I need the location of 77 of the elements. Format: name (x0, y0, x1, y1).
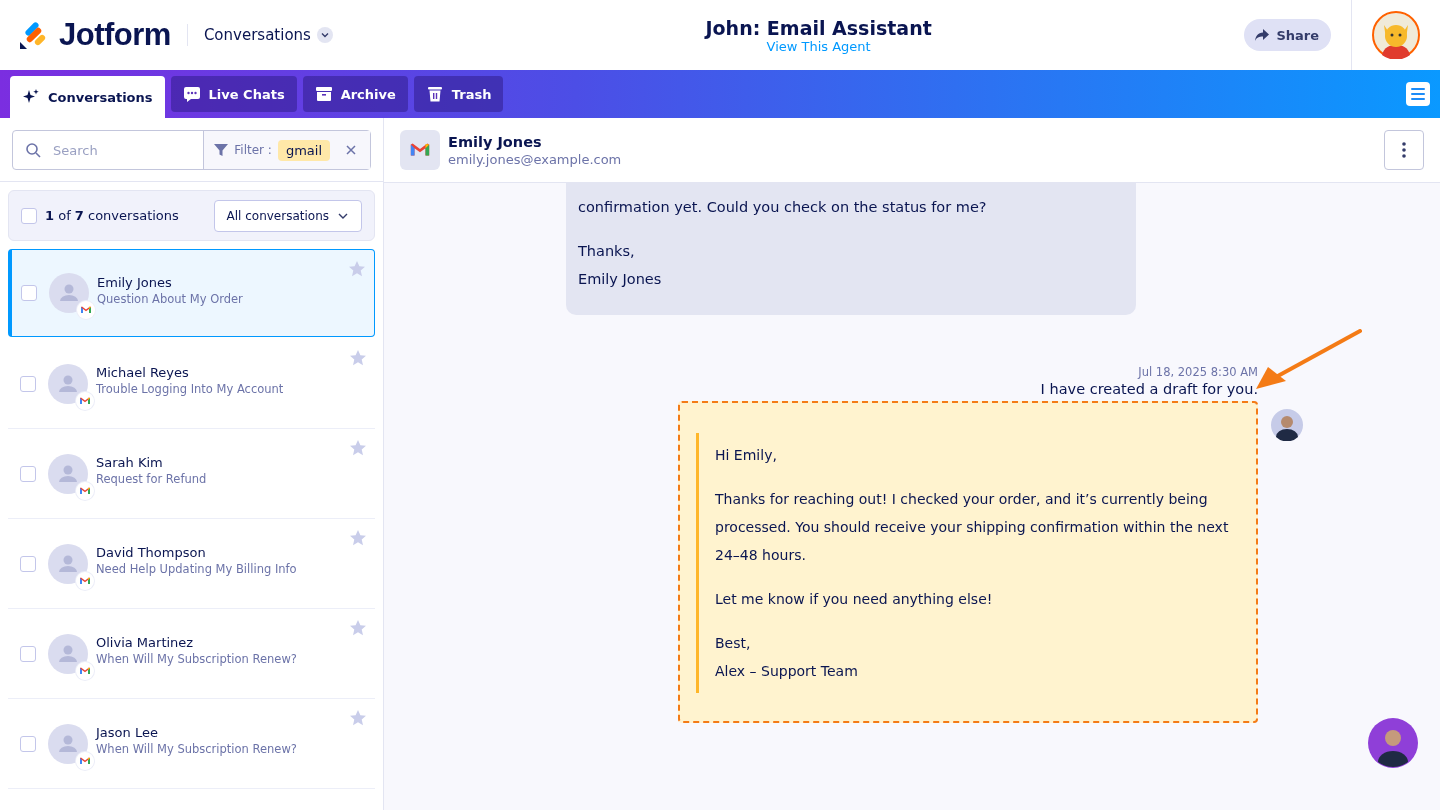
checkbox[interactable] (20, 555, 36, 572)
conversation-item[interactable]: Michael Reyes Trouble Logging Into My Account (8, 339, 375, 429)
menu-button[interactable] (1406, 82, 1430, 106)
agent-avatar-icon (1271, 409, 1303, 441)
draft-text: Let me know if you need anything else! (715, 590, 994, 609)
draft-text: Thanks for reaching out! I checked your order, and it’s currently being processed. You should receive your shipping confirmation within the next 24–48 hours. (715, 490, 1230, 565)
contact-name: Emily Jones (97, 274, 173, 290)
star-icon[interactable] (349, 619, 367, 637)
contact-name: Olivia Martinez (96, 635, 195, 650)
conversation-subject: Question About My Order (97, 291, 244, 306)
message-text: Thanks, Emily Jones (578, 242, 663, 289)
conversation-subject: When Will My Subscription Renew? (96, 742, 298, 756)
trash-icon (425, 85, 444, 103)
person-avatar-icon (48, 543, 88, 584)
star-icon[interactable] (348, 260, 366, 278)
menu-icon (1411, 88, 1425, 100)
search-icon (25, 142, 41, 158)
conversation-item[interactable]: Jason Lee When Will My Subscription Renew? (8, 699, 375, 789)
tab[interactable]: Live Chats (170, 76, 297, 112)
chevron-icon (319, 30, 330, 40)
message-text: confirmation yet. Could you check on the status for me? (578, 198, 988, 217)
cat-avatar-icon (1372, 11, 1420, 59)
star-icon[interactable] (349, 439, 367, 457)
message-time: Jul 18, 2025 8:30 AM (1138, 365, 1258, 379)
conversation-subject: Need Help Updating My Billing Info (96, 562, 298, 576)
search-field[interactable]: Search (51, 141, 201, 159)
logo-text: Jotform (59, 17, 171, 53)
contact-name: Michael Reyes (96, 365, 190, 380)
star-icon[interactable] (349, 709, 367, 727)
contact-name: Emily Jones (448, 133, 543, 150)
select-all-checkbox[interactable] (21, 207, 37, 224)
checkbox[interactable] (20, 375, 36, 392)
contact-email: emily.jones@example.com (448, 151, 623, 167)
tab[interactable]: Trash (413, 76, 504, 112)
chat-bubble-icon (182, 85, 201, 103)
section-menu[interactable]: Conversations (203, 26, 333, 44)
checkbox[interactable] (20, 645, 36, 662)
star-icon[interactable] (349, 529, 367, 547)
conversation-item[interactable]: Sarah Kim Request for Refund (8, 429, 375, 519)
draft-text: Best, Alex – Support Team (715, 634, 859, 681)
conversation-subject: When Will My Subscription Renew? (96, 652, 298, 666)
more-icon (1402, 142, 1406, 158)
conversation-item[interactable]: Emily Jones Question About My Order (8, 249, 375, 337)
contact-name: David Thompson (96, 545, 207, 560)
agent-title: John: Email Assistant (705, 16, 932, 39)
contact-name: Sarah Kim (96, 455, 164, 470)
star-icon[interactable] (349, 349, 367, 367)
person-avatar-icon (48, 723, 88, 764)
message-text: I have created a draft for you. (1040, 381, 1258, 397)
conversation-item[interactable]: Olivia Martinez When Will My Subscription Renew? (8, 609, 375, 699)
person-avatar-icon (48, 633, 88, 674)
conversation-count: 1 of 7 conversations (45, 208, 180, 223)
conversation-subject: Trouble Logging Into My Account (96, 382, 285, 396)
archive-box-icon (314, 85, 333, 103)
tab[interactable]: Conversations (10, 76, 165, 118)
person-avatar-icon (48, 363, 88, 404)
draft-text: Hi Emily, (715, 446, 778, 465)
filter-label: Filter : (234, 143, 272, 157)
checkbox[interactable] (21, 285, 37, 301)
filter-tag: gmail (277, 139, 330, 161)
agent-chat-button[interactable] (1368, 718, 1418, 768)
checkbox[interactable] (20, 465, 36, 482)
person-avatar-icon (48, 453, 88, 494)
view-dropdown[interactable]: All conversations (213, 199, 362, 232)
person-avatar-icon (1368, 718, 1418, 768)
tab[interactable]: Archive (302, 76, 408, 112)
filter-icon (214, 143, 229, 157)
mail-icon (80, 304, 92, 316)
person-avatar-icon (49, 273, 89, 313)
checkbox[interactable] (20, 735, 36, 752)
conversation-subject: Request for Refund (96, 472, 208, 486)
conversation-item[interactable]: David Thompson Need Help Updating My Billing Info (8, 519, 375, 609)
contact-name: Jason Lee (96, 725, 159, 740)
share-button[interactable]: Share (1244, 19, 1331, 51)
share-icon (1254, 28, 1271, 42)
close-icon (346, 145, 356, 155)
more-options-button[interactable] (1384, 130, 1424, 170)
